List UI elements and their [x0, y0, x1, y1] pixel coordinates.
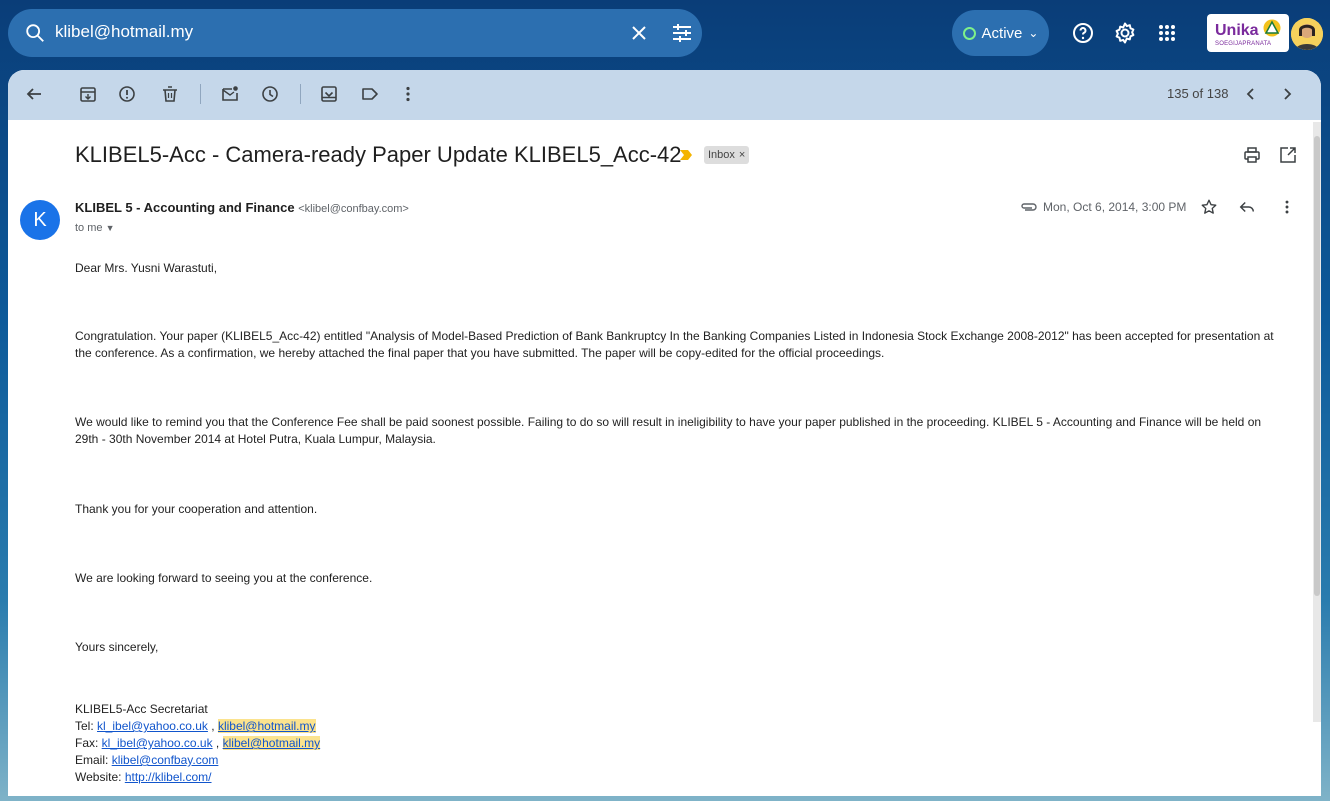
scrollbar-thumb[interactable] — [1314, 136, 1320, 596]
print-icon[interactable] — [1242, 145, 1262, 165]
paragraph-thanks: Thank you for your cooperation and atten… — [75, 502, 318, 516]
email-subject: KLIBEL5-Acc - Camera-ready Paper Update … — [75, 142, 682, 167]
more-options-icon[interactable] — [398, 84, 418, 104]
search-options-icon[interactable] — [670, 21, 694, 45]
add-to-tasks-icon[interactable] — [319, 84, 339, 104]
org-logo[interactable]: Unika SOEGIJAPRANATA — [1207, 14, 1289, 52]
snooze-clock-icon[interactable] — [260, 84, 280, 104]
tel-yahoo-link[interactable]: kl_ibel@yahoo.co.uk — [97, 719, 208, 733]
paragraph-closing: Yours sincerely, — [75, 640, 159, 654]
status-dot-icon — [962, 26, 976, 40]
mark-unread-icon[interactable] — [220, 84, 240, 104]
apps-grid-icon[interactable] — [1155, 21, 1179, 45]
website-label: Website: — [75, 770, 125, 784]
toolbar-divider — [200, 84, 201, 104]
signature-org: KLIBEL5-Acc Secretariat — [75, 702, 208, 716]
older-chevron-right-icon[interactable] — [1277, 84, 1297, 104]
paragraph-acceptance: Congratulation. Your paper (KLIBEL5_Acc-… — [75, 329, 1274, 360]
attachment-icon — [1021, 203, 1037, 211]
search-input[interactable]: klibel@hotmail.my — [55, 22, 193, 42]
recipient-details-toggle[interactable]: to me ▼ — [75, 222, 115, 234]
email-panel: 135 of 138 KLIBEL5-Acc - Camera-ready Pa… — [8, 70, 1321, 796]
delete-trash-icon[interactable] — [160, 84, 180, 104]
help-icon[interactable] — [1071, 21, 1095, 45]
fax-label: Fax: — [75, 736, 102, 750]
sender-address: <klibel@confbay.com> — [298, 203, 409, 215]
paragraph-fee-reminder: We would like to remind you that the Con… — [75, 415, 1262, 446]
paragraph-looking-forward: We are looking forward to seeing you at … — [75, 571, 373, 585]
sender-name: KLIBEL 5 - Accounting and Finance — [75, 200, 295, 215]
open-new-window-icon[interactable] — [1278, 145, 1298, 165]
account-avatar[interactable] — [1291, 18, 1323, 50]
status-label: Active — [981, 24, 1023, 42]
settings-gear-icon[interactable] — [1113, 21, 1137, 45]
separator: , — [207, 719, 218, 733]
toolbar-divider — [300, 84, 301, 104]
greeting-text: Dear Mrs. Yusni Warastuti, — [75, 261, 218, 275]
recipient-label: to me — [75, 222, 103, 234]
sender-line: KLIBEL 5 - Accounting and Finance <klibe… — [75, 200, 409, 215]
email-confbay-link[interactable]: klibel@confbay.com — [112, 753, 219, 767]
logo-word: Unika — [1215, 22, 1259, 39]
inbox-label-badge: Inbox × — [704, 146, 750, 164]
remove-label-icon[interactable]: × — [739, 149, 745, 161]
logo-emblem-icon — [1263, 19, 1281, 37]
back-arrow-icon[interactable] — [24, 84, 44, 104]
reply-icon[interactable] — [1238, 198, 1256, 216]
important-marker-icon[interactable] — [679, 149, 693, 161]
separator: , — [212, 736, 223, 750]
message-position-count: 135 of 138 — [1167, 86, 1229, 101]
message-more-icon[interactable] — [1278, 198, 1296, 216]
sender-avatar[interactable]: K — [20, 200, 60, 240]
email-date: Mon, Oct 6, 2014, 3:00 PM — [1043, 200, 1187, 214]
signature-fax: Fax: kl_ibel@yahoo.co.uk , klibel@hotmai… — [75, 735, 321, 752]
fax-hotmail-link[interactable]: klibel@hotmail.my — [222, 736, 321, 750]
tel-hotmail-link[interactable]: klibel@hotmail.my — [217, 719, 316, 733]
label-name: Inbox — [708, 149, 735, 161]
chevron-down-icon: ⌄ — [1028, 26, 1039, 40]
website-link[interactable]: http://klibel.com/ — [125, 770, 212, 784]
report-spam-icon[interactable] — [117, 84, 137, 104]
search-bar[interactable]: klibel@hotmail.my — [8, 9, 702, 57]
message-toolbar: 135 of 138 — [8, 70, 1321, 120]
signature-email: Email: klibel@confbay.com — [75, 752, 320, 769]
archive-icon[interactable] — [78, 84, 98, 104]
top-bar: klibel@hotmail.my Active ⌄ Unika SOEGIJA… — [0, 0, 1330, 66]
caret-down-icon: ▼ — [105, 223, 115, 233]
tel-label: Tel: — [75, 719, 98, 733]
status-button[interactable]: Active ⌄ — [952, 10, 1049, 56]
search-icon[interactable] — [24, 22, 46, 44]
user-photo-icon — [1291, 18, 1323, 50]
scrollbar[interactable] — [1313, 122, 1321, 722]
signature-block: KLIBEL5-Acc Secretariat Tel: kl_ibel@yah… — [75, 701, 321, 786]
logo-subtitle: SOEGIJAPRANATA — [1215, 41, 1272, 47]
star-icon[interactable] — [1200, 198, 1218, 216]
fax-yahoo-link[interactable]: kl_ibel@yahoo.co.uk — [102, 736, 213, 750]
email-label: Email: — [75, 753, 112, 767]
clear-search-icon[interactable] — [627, 21, 651, 45]
signature-tel: Tel: kl_ibel@yahoo.co.uk , klibel@hotmai… — [75, 718, 320, 735]
newer-chevron-left-icon[interactable] — [1241, 84, 1261, 104]
label-tag-icon[interactable] — [360, 84, 380, 104]
signature-website: Website: http://klibel.com/ — [75, 769, 320, 786]
